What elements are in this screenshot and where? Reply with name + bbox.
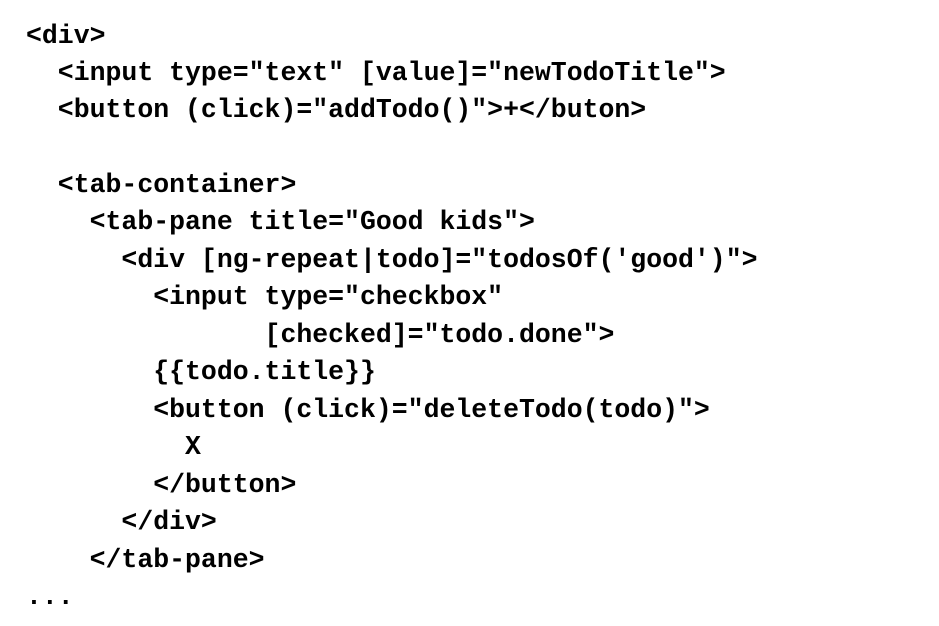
code-line-9: [checked]="todo.done"> [26,320,615,350]
code-listing: <div> <input type="text" [value]="newTod… [0,0,939,626]
code-line-3: <button (click)="addTodo()">+</buton> [26,95,647,125]
code-line-14: </div> [26,507,217,537]
code-line-10: {{todo.title}} [26,357,376,387]
code-line-12: X [26,432,201,462]
code-line-15: </tab-pane> [26,545,265,575]
code-line-7: <div [ng-repeat|todo]="todosOf('good')"> [26,245,758,275]
code-line-16: ... [26,582,74,612]
code-line-1: <div> [26,21,106,51]
code-line-8: <input type="checkbox" [26,282,504,312]
code-line-11: <button (click)="deleteTodo(todo)"> [26,395,710,425]
code-line-6: <tab-pane title="Good kids"> [26,207,535,237]
code-line-5: <tab-container> [26,170,297,200]
code-line-2: <input type="text" [value]="newTodoTitle… [26,58,726,88]
code-line-13: </button> [26,470,297,500]
